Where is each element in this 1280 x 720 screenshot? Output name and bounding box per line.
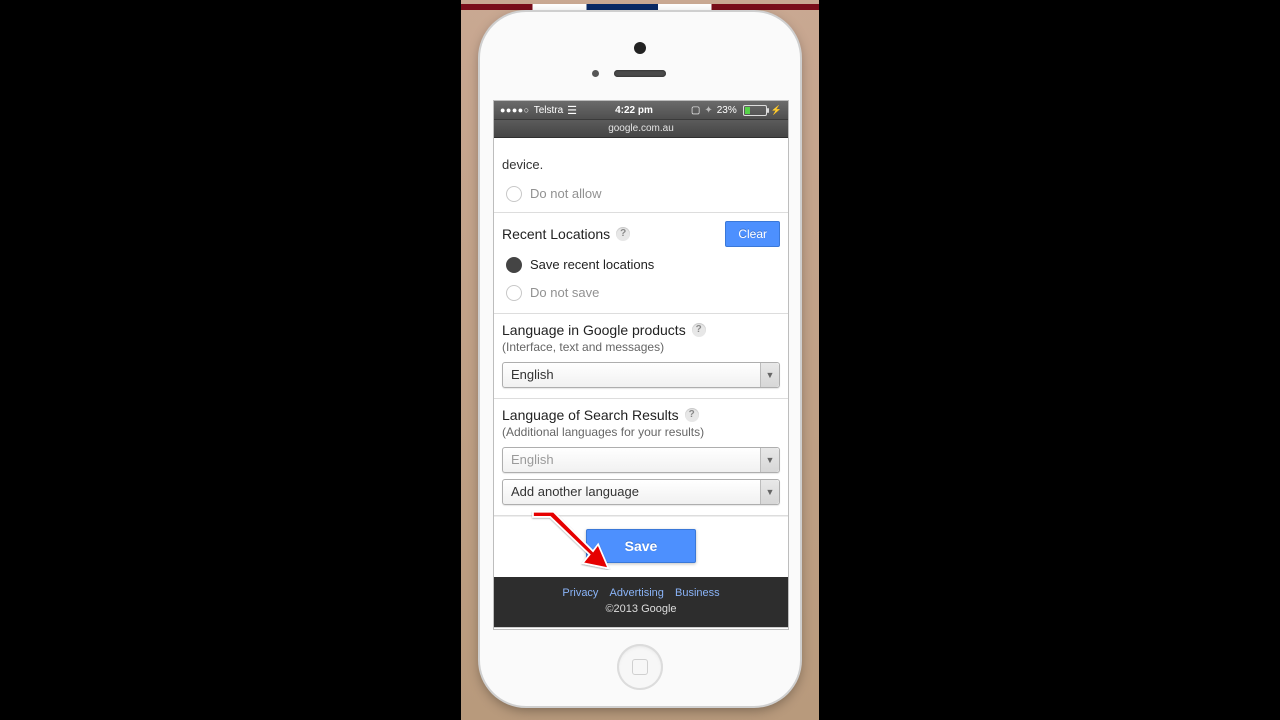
charging-icon: ⚡	[771, 105, 782, 116]
background-top-chip	[461, 4, 819, 10]
footer-link-advertising[interactable]: Advertising	[610, 587, 664, 599]
section-title: Language of Search Results	[502, 407, 679, 423]
help-icon[interactable]: ?	[616, 227, 630, 241]
section-subtitle: (Interface, text and messages)	[502, 340, 780, 354]
clear-button[interactable]: Clear	[725, 221, 780, 247]
footer-link-business[interactable]: Business	[675, 587, 720, 599]
signal-icon: ●●●●○	[500, 105, 530, 115]
footer-link-privacy[interactable]: Privacy	[562, 587, 598, 599]
earpiece	[614, 70, 666, 77]
radio-icon	[506, 285, 522, 301]
front-camera	[634, 42, 646, 54]
select-interface-language[interactable]: English ▼	[502, 362, 780, 388]
chevron-down-icon: ▼	[760, 480, 779, 504]
page-url: google.com.au	[608, 123, 674, 134]
radio-label: Do not allow	[530, 186, 602, 201]
chevron-down-icon: ▼	[760, 363, 779, 387]
battery-percent: 23%	[717, 105, 737, 116]
footer-copyright: ©2013 Google	[494, 603, 788, 615]
section-title: Recent Locations	[502, 226, 610, 242]
save-row: Save	[494, 516, 788, 577]
radio-label: Save recent locations	[530, 257, 654, 272]
home-button[interactable]	[617, 644, 663, 690]
save-button[interactable]: Save	[586, 529, 697, 563]
section-language-products: Language in Google products ? (Interface…	[494, 314, 788, 398]
page-footer: Privacy Advertising Business ©2013 Googl…	[494, 577, 788, 627]
radio-do-not-allow[interactable]: Do not allow	[494, 182, 788, 212]
battery-icon	[743, 105, 767, 116]
section-language-results: Language of Search Results ? (Additional…	[494, 399, 788, 515]
section-subtitle: (Additional languages for your results)	[502, 425, 780, 439]
airplay-icon: ▢	[691, 105, 700, 116]
section-recent-locations: Recent Locations ? Clear Save recent loc…	[494, 213, 788, 313]
section-title: Language in Google products	[502, 322, 686, 338]
radio-save-recent[interactable]: Save recent locations	[506, 253, 780, 281]
bluetooth-icon: ✦	[704, 105, 712, 116]
radio-icon	[506, 257, 522, 273]
radio-do-not-save[interactable]: Do not save	[506, 281, 780, 303]
select-value: Add another language	[511, 484, 639, 499]
page-content: xxx xxxx xxxxxx xxxxxxx xxxx xx device. …	[494, 136, 788, 629]
iphone-frame: ●●●●○ Telstra ☰ 4:22 pm ▢ ✦ 23% ⚡ google…	[480, 12, 800, 706]
proximity-sensor	[592, 70, 599, 77]
help-icon[interactable]: ?	[692, 323, 706, 337]
clock: 4:22 pm	[615, 105, 653, 116]
chevron-down-icon: ▼	[760, 448, 779, 472]
help-icon[interactable]: ?	[685, 408, 699, 422]
status-bar: ●●●●○ Telstra ☰ 4:22 pm ▢ ✦ 23% ⚡	[494, 101, 788, 120]
select-value: English	[511, 367, 554, 382]
select-value: English	[511, 452, 554, 467]
location-option-truncated: xxx xxxx xxxxxx xxxxxxx xxxx xx device.	[494, 136, 788, 182]
carrier-label: Telstra	[534, 105, 563, 116]
wifi-icon: ☰	[567, 104, 577, 117]
select-results-language[interactable]: English ▼	[502, 447, 780, 473]
select-add-another-language[interactable]: Add another language ▼	[502, 479, 780, 505]
radio-label: Do not save	[530, 285, 599, 300]
screen: ●●●●○ Telstra ☰ 4:22 pm ▢ ✦ 23% ⚡ google…	[493, 100, 789, 630]
radio-icon	[506, 186, 522, 202]
